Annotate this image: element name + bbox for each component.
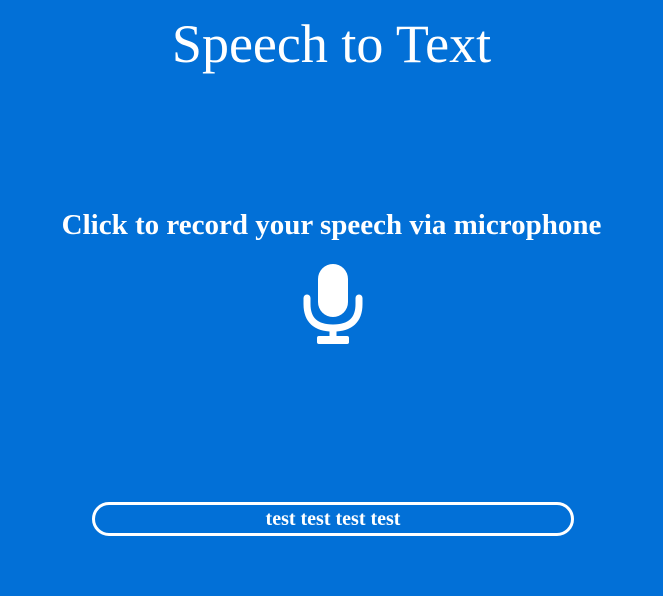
transcript-output: test test test test xyxy=(92,502,574,536)
record-button[interactable] xyxy=(301,262,365,346)
record-instruction: Click to record your speech via micropho… xyxy=(61,209,602,241)
microphone-icon xyxy=(301,262,365,346)
page-title: Speech to Text xyxy=(171,14,492,74)
